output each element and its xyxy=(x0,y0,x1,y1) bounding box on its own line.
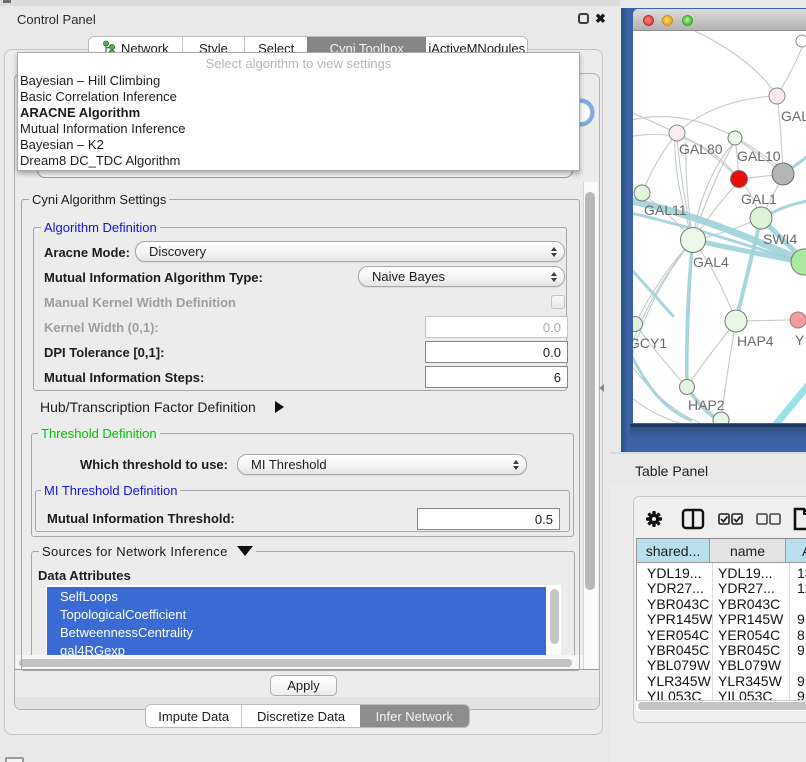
svg-text:Y: Y xyxy=(795,332,805,348)
svg-text:GAL2: GAL2 xyxy=(781,108,806,124)
svg-text:GAL1: GAL1 xyxy=(741,191,777,207)
svg-text:GAL4: GAL4 xyxy=(693,254,729,270)
svg-text:GAL11: GAL11 xyxy=(644,202,687,218)
svg-text:GAL10: GAL10 xyxy=(737,148,781,164)
svg-text:GAL80: GAL80 xyxy=(679,141,723,157)
svg-text:GCY1: GCY1 xyxy=(633,335,667,351)
svg-text:HAP4: HAP4 xyxy=(737,333,774,349)
svg-text:HAP2: HAP2 xyxy=(688,397,725,413)
svg-text:SWI4: SWI4 xyxy=(763,231,797,247)
